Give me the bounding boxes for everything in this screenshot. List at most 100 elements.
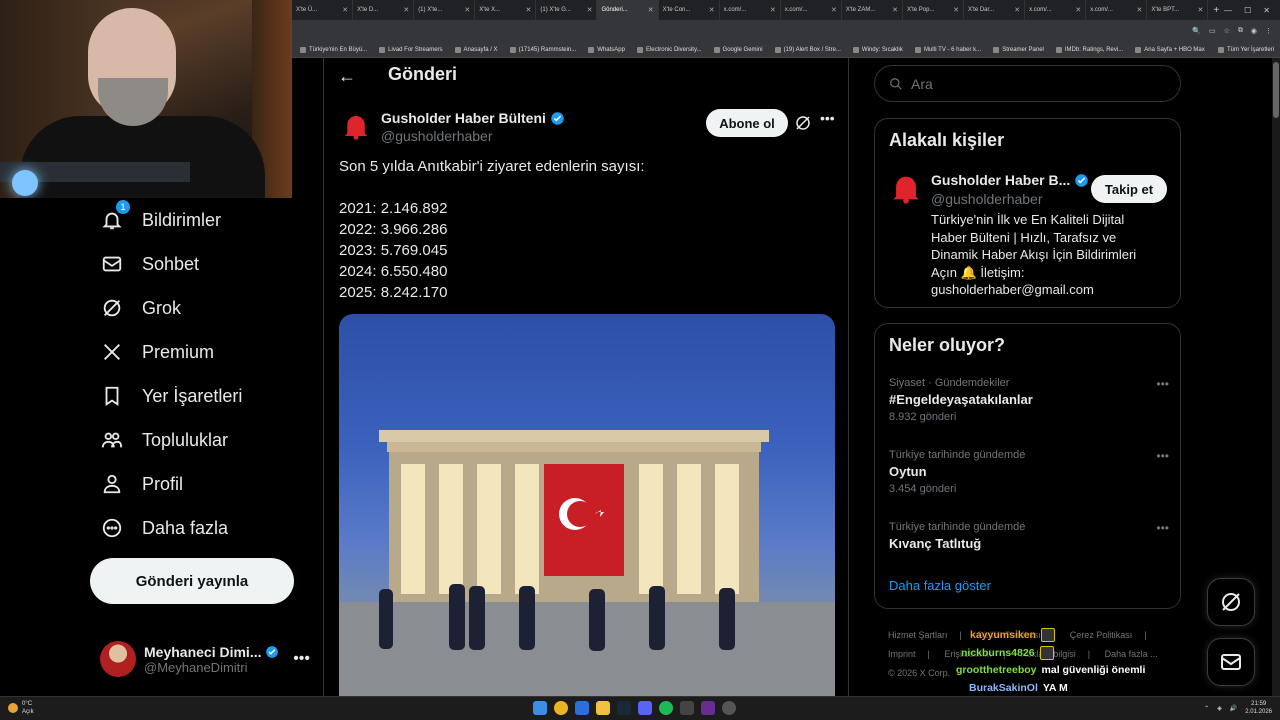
trend-item[interactable]: Türkiye tarihinde gündemde Oytun 3.454 g…: [889, 449, 1169, 495]
nav-bookmarks[interactable]: Yer İşaretleri: [100, 384, 242, 408]
network-icon[interactable]: ◈: [1217, 705, 1222, 712]
trend-item[interactable]: Siyaset · Gündemdekiler #Engeldeyaşatakı…: [889, 377, 1169, 423]
close-tab-icon[interactable]: ✕: [709, 6, 715, 14]
nav-grok[interactable]: Grok: [100, 296, 181, 320]
close-tab-icon[interactable]: ✕: [526, 6, 532, 14]
related-handle[interactable]: @gusholderhaber: [931, 191, 1043, 207]
trend-more-icon[interactable]: •••: [1156, 449, 1169, 463]
trend-item[interactable]: Türkiye tarihinde gündemde Kıvanç Tatlıt…: [889, 521, 1169, 551]
browser-tab[interactable]: X'te ZAM... ✕: [842, 0, 903, 20]
footer-link[interactable]: Imprint: [888, 649, 916, 659]
grok-floating-button[interactable]: [1207, 578, 1255, 626]
tray-chevron-icon[interactable]: ⌃: [1204, 705, 1209, 712]
browser-tab[interactable]: X'te Dar... ✕: [964, 0, 1026, 20]
bookmark-item[interactable]: Electronic Diversity...: [636, 46, 702, 53]
volume-icon[interactable]: 🔊: [1230, 705, 1237, 712]
close-tab-icon[interactable]: ✕: [831, 6, 837, 14]
browser-tab[interactable]: X'te D... ✕: [353, 0, 415, 20]
grok-icon[interactable]: [794, 114, 812, 132]
weather-widget[interactable]: 0°C Açık: [8, 700, 34, 716]
browser-tab[interactable]: X'te BPT... ✕: [1147, 0, 1209, 20]
close-tab-icon[interactable]: ✕: [1014, 6, 1020, 14]
bookmark-item[interactable]: Multi TV - 6 haber k...: [914, 46, 981, 53]
bookmark-item[interactable]: Anasayfa / X: [454, 46, 498, 53]
bookmark-item[interactable]: WhatsApp: [588, 46, 625, 53]
close-tab-icon[interactable]: ✕: [770, 6, 776, 14]
footer-link[interactable]: Hizmet Şartları: [888, 630, 948, 640]
post-more-icon[interactable]: •••: [820, 110, 835, 126]
bookmark-item[interactable]: Streamer Panel: [993, 46, 1044, 53]
related-avatar[interactable]: [889, 171, 925, 207]
search-input[interactable]: Ara: [874, 65, 1181, 102]
close-tab-icon[interactable]: ✕: [1136, 6, 1142, 14]
nav-premium[interactable]: Premium: [100, 340, 214, 364]
messages-floating-button[interactable]: [1207, 638, 1255, 686]
bookmark-item[interactable]: Türkiye'nin En Büyü...: [300, 46, 367, 53]
nav-notifications[interactable]: 1 Bildirimler: [100, 200, 221, 232]
browser-tab[interactable]: X'te Ü... ✕: [292, 0, 354, 20]
nav-communities[interactable]: Topluluklar: [100, 428, 228, 452]
trend-more-icon[interactable]: •••: [1156, 521, 1169, 535]
bookmark-item[interactable]: Google Gemini: [713, 46, 763, 53]
bookmark-item[interactable]: Livad For Streamers: [379, 46, 443, 53]
bookmark-item[interactable]: IMDb: Ratings, Revi...: [1055, 46, 1123, 53]
account-more-icon[interactable]: •••: [293, 650, 310, 668]
close-tab-icon[interactable]: ✕: [464, 6, 470, 14]
follow-button[interactable]: Takip et: [1091, 175, 1167, 203]
bookmark-item[interactable]: (17145) Rammstein...: [509, 46, 576, 53]
minimize-icon[interactable]: —: [1224, 6, 1232, 15]
browser-tab[interactable]: (1) X'te... ✕: [414, 0, 476, 20]
subscribe-button[interactable]: Abone ol: [706, 109, 788, 137]
app-icon[interactable]: [701, 701, 715, 715]
star-icon[interactable]: ☆: [1224, 27, 1230, 35]
browser-tab[interactable]: x.com/... ✕: [1086, 0, 1148, 20]
bookmark-item[interactable]: Windy: Sıcaklık: [852, 46, 903, 53]
post-button[interactable]: Gönderi yayınla: [90, 558, 294, 604]
folder-icon[interactable]: [596, 701, 610, 715]
all-bookmarks-folder[interactable]: Tüm Yer İşaretleri: [1217, 46, 1280, 53]
trend-more-icon[interactable]: •••: [1156, 377, 1169, 391]
close-tab-icon[interactable]: ✕: [892, 6, 898, 14]
browser-tab[interactable]: X'te Con... ✕: [659, 0, 720, 20]
browser-tab[interactable]: x.com/... ✕: [1025, 0, 1087, 20]
browser-tab[interactable]: (1) X'te G... ✕: [536, 0, 598, 20]
back-arrow-icon[interactable]: ←: [338, 66, 356, 87]
app-icon[interactable]: [680, 701, 694, 715]
maximize-icon[interactable]: ☐: [1244, 6, 1251, 15]
browser-tab[interactable]: x.com/... ✕: [720, 0, 781, 20]
discord-icon[interactable]: [638, 701, 652, 715]
steam-icon[interactable]: [617, 701, 631, 715]
clock[interactable]: 21:59 2.01.2026: [1245, 700, 1272, 716]
new-tab-icon[interactable]: +: [1208, 5, 1224, 16]
bookmark-item[interactable]: Ana Sayfa + HBO Max: [1135, 46, 1205, 53]
scrollbar-thumb[interactable]: [1273, 62, 1279, 118]
extensions-icon[interactable]: ⧉: [1238, 27, 1243, 35]
nav-more[interactable]: Daha fazla: [100, 516, 228, 540]
close-tab-icon[interactable]: ✕: [403, 6, 409, 14]
browser-tab-active[interactable]: Gönderi... ✕: [597, 0, 659, 20]
author-avatar[interactable]: [338, 108, 374, 144]
browser-tab[interactable]: x.com/... ✕: [781, 0, 842, 20]
cast-icon[interactable]: ▭: [1209, 27, 1216, 35]
zoom-icon[interactable]: 🔍: [1192, 27, 1201, 35]
browser-tab[interactable]: X'te X... ✕: [475, 0, 537, 20]
start-icon[interactable]: [533, 701, 547, 715]
close-tab-icon[interactable]: ✕: [648, 6, 654, 14]
bookmark-item[interactable]: (19) Alert Box / Stre...: [774, 46, 841, 53]
close-tab-icon[interactable]: ✕: [1075, 6, 1081, 14]
nav-profile[interactable]: Profil: [100, 472, 183, 496]
chrome-icon[interactable]: [554, 701, 568, 715]
browser-menu-icon[interactable]: ⋮: [1265, 27, 1272, 35]
post-image[interactable]: [339, 314, 835, 696]
obs-icon[interactable]: [722, 701, 736, 715]
author-handle[interactable]: @gusholderhaber: [381, 128, 493, 144]
close-tab-icon[interactable]: ✕: [953, 6, 959, 14]
app-icon[interactable]: [575, 701, 589, 715]
scrollbar[interactable]: [1272, 58, 1280, 696]
browser-tab[interactable]: X'te Pop... ✕: [903, 0, 965, 20]
nav-chat[interactable]: Sohbet: [100, 252, 199, 276]
profile-icon[interactable]: ◉: [1251, 27, 1257, 35]
account-switcher[interactable]: Meyhaneci Dimi... @MeyhaneDimitri •••: [100, 634, 310, 684]
show-more-link[interactable]: Daha fazla göster: [889, 578, 991, 593]
close-window-icon[interactable]: ✕: [1263, 6, 1270, 15]
